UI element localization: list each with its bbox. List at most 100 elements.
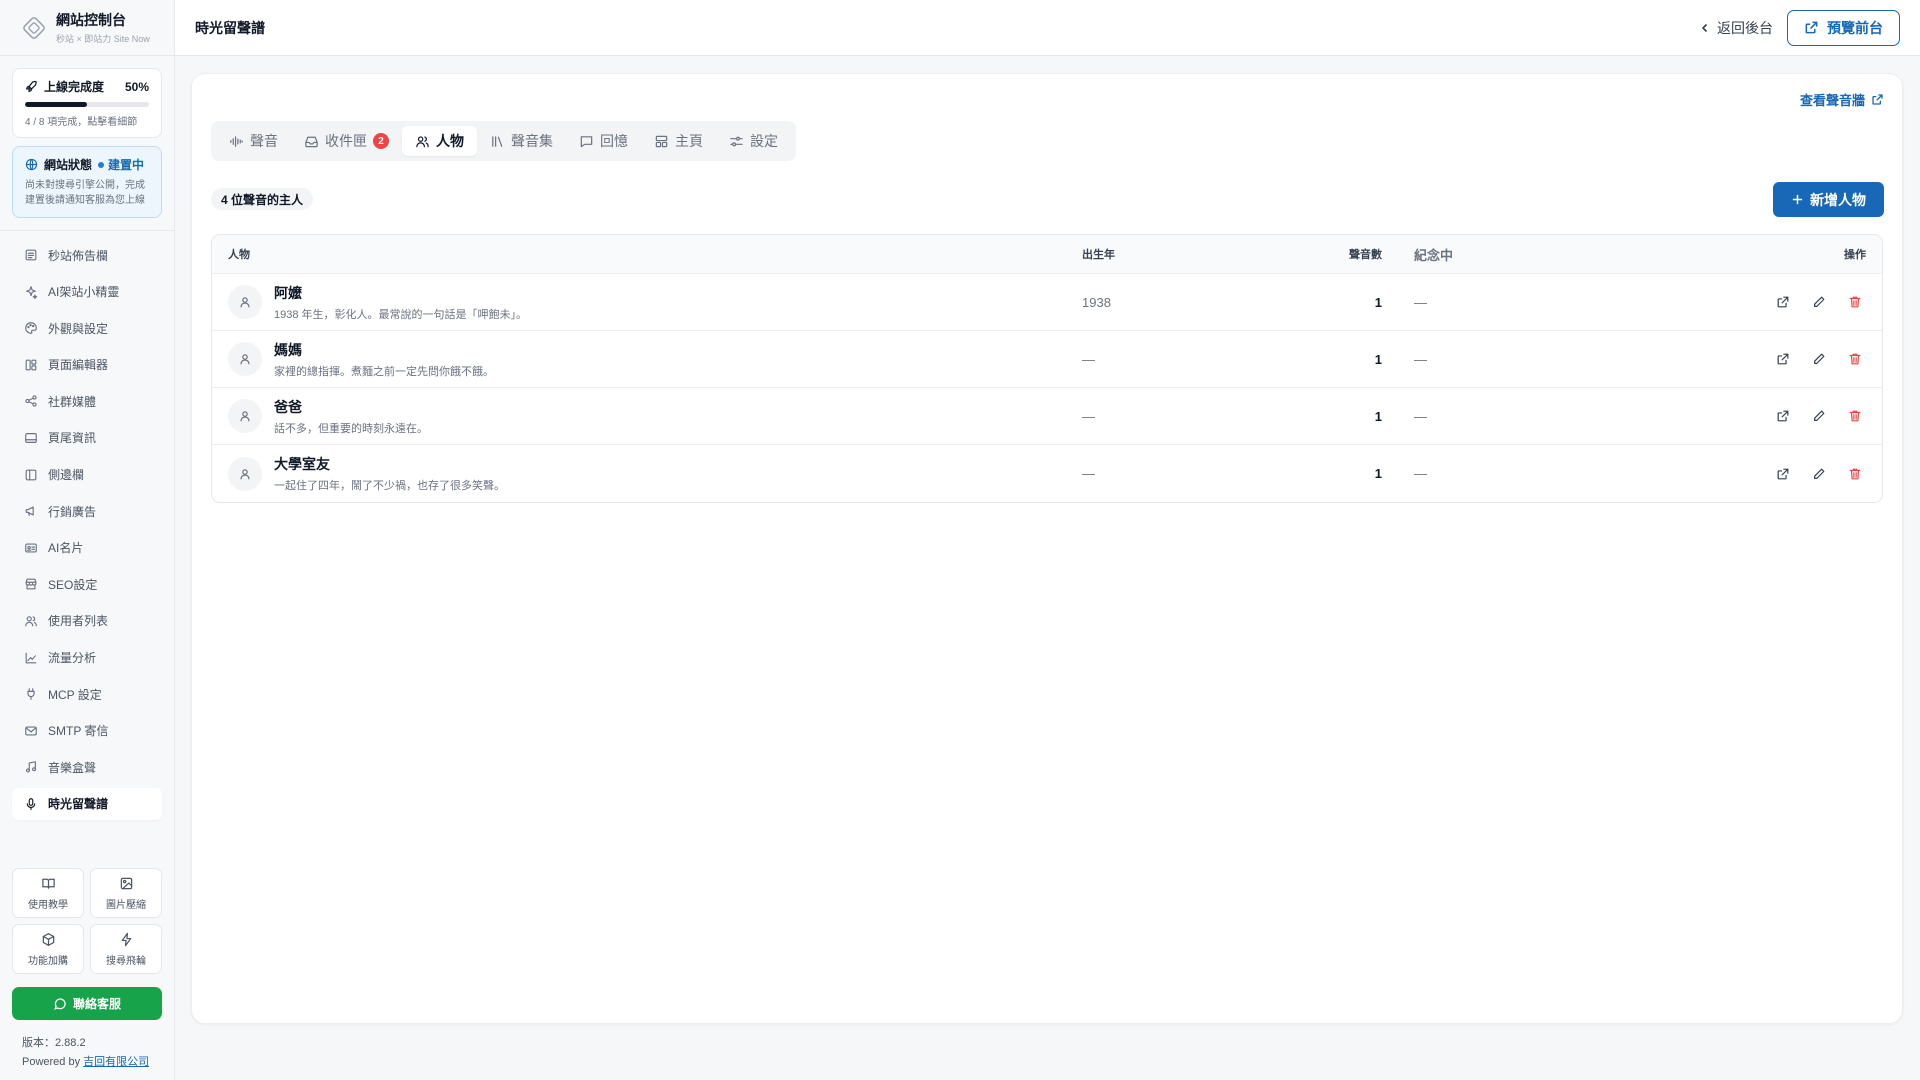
site-status-card[interactable]: 網站狀態 建置中 尚未對搜尋引擎公開，完成建置後請通知客服為您上線 [12,146,162,218]
edit-person-button[interactable] [1808,405,1830,427]
chevron-left-icon [1701,23,1708,32]
view-voice-wall-link[interactable]: 查看聲音牆 [1800,90,1884,109]
topbar: 時光留聲譜 返回後台 預覽前台 [175,0,1920,56]
tool-label: 搜尋飛輪 [106,955,146,967]
sidebar-item-5[interactable]: 頁尾資訊 [12,422,162,454]
progress-bar [25,102,149,107]
col-birth-year: 出生年 [1082,249,1115,261]
open-person-button[interactable] [1772,348,1794,370]
edit-person-button[interactable] [1808,463,1830,485]
logo-icon [20,14,48,42]
site-status-label: 網站狀態 [44,158,93,172]
tab-1[interactable]: 收件匣 2 [291,126,402,156]
contact-support-button[interactable]: 聯絡客服 [12,987,162,1020]
status-badge: 建置中 [98,156,144,173]
tab-4[interactable]: 回憶 [566,126,641,156]
external-link-icon [1777,296,1789,308]
delete-person-button[interactable] [1844,405,1866,427]
sidebar-item-label: 頁尾資訊 [48,431,97,446]
delete-person-button[interactable] [1844,348,1866,370]
back-to-admin-link[interactable]: 返回後台 [1697,18,1775,38]
birth-year: — [1082,408,1095,424]
tab-label: 主頁 [675,133,703,149]
tab-label: 設定 [750,133,778,149]
open-person-button[interactable] [1772,291,1794,313]
launch-progress-card[interactable]: 上線完成度 50% 4 / 8 項完成，點擊看細節 [12,68,162,138]
sidebar-item-2[interactable]: 外觀與設定 [12,312,162,344]
sidebar-item-6[interactable]: 側邊欄 [12,459,162,491]
memorial-status: — [1414,466,1427,481]
sidebar-item-label: 外觀與設定 [48,321,109,336]
sidebar-item-15[interactable]: 時光留聲譜 [12,787,162,820]
sidebar-item-13[interactable]: SMTP 寄信 [12,715,162,747]
add-person-button[interactable]: 新增人物 [1773,182,1884,217]
sidebar-item-14[interactable]: 音樂盒聲 [12,751,162,783]
edit-person-button[interactable] [1808,291,1830,313]
sidebar-item-8[interactable]: AI名片 [12,532,162,564]
edit-person-button[interactable] [1808,348,1830,370]
birth-year: 1938 [1082,294,1111,310]
chat-icon [54,997,66,1010]
sidebar-item-label: SMTP 寄信 [48,724,109,739]
external-link-icon [1777,410,1789,422]
person-desc: 一起住了四年，鬧了不少禍，也存了很多笑聲。 [274,480,505,492]
voice-count: 1 [1374,466,1382,481]
progress-label: 上線完成度 [44,80,105,94]
sidebar-nav: 秒站佈告欄 AI架站小精靈外觀與設定頁面編輯器社群媒體頁尾資訊側邊欄行銷廣告 AI名… [0,239,174,820]
plug-icon [27,688,35,700]
preview-frontend-button[interactable]: 預覽前台 [1787,9,1900,46]
sidebar-item-label: 音樂盒聲 [48,760,97,775]
chart-icon [25,652,37,663]
tab-5[interactable]: 主頁 [641,126,716,156]
sidebar-item-3[interactable]: 頁面編輯器 [12,349,162,381]
person-name: 大學室友 [274,456,330,472]
music-icon [25,761,37,773]
user-icon [240,411,250,422]
sidebar-item-9[interactable]: SEO設定 [12,568,162,600]
sidebar-item-12[interactable]: MCP 設定 [12,678,162,710]
sidebar-item-7[interactable]: 行銷廣告 [12,495,162,527]
company-link[interactable]: 吉回有限公司 [83,1056,149,1068]
share-icon [25,395,37,408]
home-layout-icon [655,135,668,147]
tab-6[interactable]: 設定 [716,126,791,156]
sidebar-item-label: MCP 設定 [48,687,102,702]
progress-percent: 50% [124,79,149,94]
table-row: 大學室友 一起住了四年，鬧了不少禍，也存了很多笑聲。 — 1 — [212,445,1882,502]
user-icon [240,297,250,308]
user-icon [240,468,250,479]
tool-button-3[interactable]: 搜尋飛輪 [90,924,162,974]
delete-person-button[interactable] [1844,463,1866,485]
tool-button-0[interactable]: 使用教學 [12,868,84,918]
open-person-button[interactable] [1772,405,1794,427]
tab-3[interactable]: 聲音集 [477,126,566,156]
tab-label: 回憶 [600,133,628,149]
people-table: 人物 出生年 聲音數 紀念中 操作 阿嬤 1938 年生，彰化人。最常說的一句話是… [211,234,1883,503]
table-row: 阿嬤 1938 年生，彰化人。最常說的一句話是「呷飽未」。 1938 1 — [212,274,1882,331]
person-name: 爸爸 [274,398,302,415]
sidebar-item-label: 頁面編輯器 [48,358,109,373]
memorial-status: — [1414,294,1427,310]
tab-0[interactable]: 聲音 [216,126,291,156]
box-icon [42,932,54,946]
open-person-button[interactable] [1772,463,1794,485]
sidebar-item-0[interactable]: 秒站佈告欄 [12,239,162,271]
sidebar-item-10[interactable]: 使用者列表 [12,605,162,637]
tab-2[interactable]: 人物 [402,126,477,156]
tool-button-1[interactable]: 圖片壓縮 [90,868,162,918]
sidebar-item-4[interactable]: 社群媒體 [12,385,162,417]
sidebar-item-11[interactable]: 流量分析 [12,642,162,674]
external-link-icon [1777,353,1789,365]
trash-icon [1849,353,1861,365]
inbox-icon [305,136,318,147]
brand-title: 網站控制台 [56,12,126,28]
mail-icon [25,726,37,736]
sidebar: 網站控制台 秒站 × 即站力 Site Now 上線完成度 50% 4 / 8 … [0,0,175,1080]
sidebar-item-1[interactable]: AI架站小精靈 [12,276,162,308]
delete-person-button[interactable] [1844,291,1866,313]
sidebar-item-label: 流量分析 [48,651,97,666]
tool-button-2[interactable]: 功能加購 [12,924,84,974]
external-link-icon [1777,468,1789,479]
brand[interactable]: 網站控制台 秒站 × 即站力 Site Now [0,0,174,56]
voice-count: 1 [1374,351,1382,367]
